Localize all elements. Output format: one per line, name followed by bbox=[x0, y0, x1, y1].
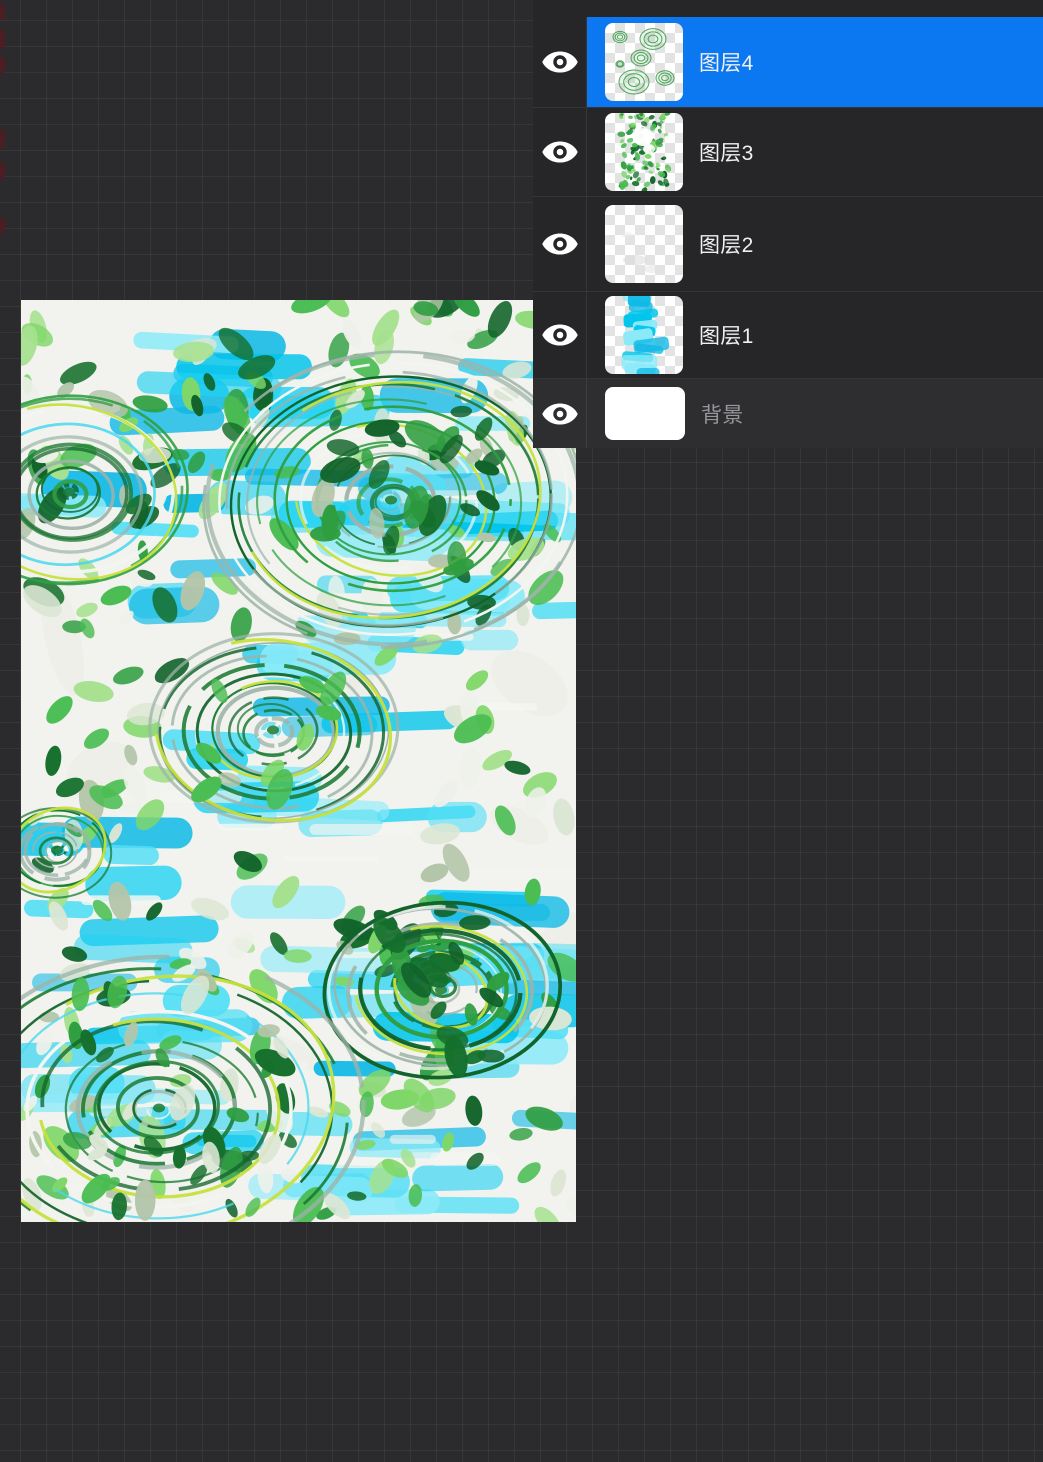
eye-icon bbox=[541, 141, 578, 163]
layer3-thumbnail[interactable] bbox=[605, 113, 683, 191]
layer1-thumbnail[interactable] bbox=[605, 296, 683, 374]
layer-row-background[interactable]: 背景 bbox=[533, 378, 1043, 448]
layer-row-layer1[interactable]: 图层1 bbox=[533, 291, 1043, 378]
layer-row-layer4[interactable]: 图层4 bbox=[533, 17, 1043, 107]
edge-mark bbox=[0, 219, 5, 233]
drawing-canvas[interactable] bbox=[21, 300, 576, 1222]
app-workspace: 图层4 图层3 图层2 图层1 背景 bbox=[0, 0, 1043, 1462]
layer4-thumbnail[interactable] bbox=[605, 23, 683, 101]
eye-icon bbox=[541, 233, 578, 255]
edge-mark bbox=[0, 4, 5, 20]
layer3-name: 图层3 bbox=[699, 142, 754, 165]
layers-panel: 图层4 图层3 图层2 图层1 背景 bbox=[533, 0, 1043, 448]
edge-mark bbox=[0, 130, 5, 148]
background-visibility-toggle[interactable] bbox=[533, 379, 587, 448]
layer1-name: 图层1 bbox=[699, 325, 754, 348]
background-thumbnail[interactable] bbox=[605, 387, 685, 440]
edge-mark bbox=[0, 30, 5, 48]
eye-icon bbox=[541, 51, 578, 73]
eye-icon bbox=[541, 324, 578, 346]
layer2-name: 图层2 bbox=[699, 234, 754, 257]
layers-panel-top-spacer bbox=[533, 0, 1043, 17]
edge-mark bbox=[0, 57, 5, 73]
background-name: 背景 bbox=[701, 403, 744, 427]
layer3-visibility-toggle[interactable] bbox=[533, 108, 587, 196]
layer4-name: 图层4 bbox=[699, 52, 754, 75]
eye-icon bbox=[541, 402, 578, 425]
layer-row-layer2[interactable]: 图层2 bbox=[533, 196, 1043, 291]
artwork-image bbox=[21, 300, 576, 1222]
edge-mark bbox=[0, 163, 5, 179]
layer4-visibility-toggle[interactable] bbox=[533, 17, 587, 107]
layer-row-layer3[interactable]: 图层3 bbox=[533, 107, 1043, 196]
layer2-thumbnail[interactable] bbox=[605, 205, 683, 283]
layer1-visibility-toggle[interactable] bbox=[533, 292, 587, 378]
layer2-visibility-toggle[interactable] bbox=[533, 197, 587, 291]
